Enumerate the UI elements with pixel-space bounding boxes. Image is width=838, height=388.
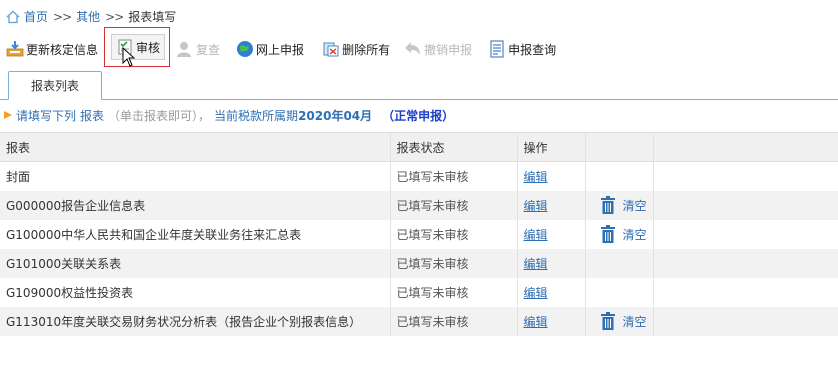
report-status: 已填写未审核: [390, 219, 518, 249]
clear-label: 清空: [622, 314, 647, 329]
notice-report-word: 报表: [80, 108, 105, 123]
undo-arrow-icon: [405, 42, 421, 55]
submit-query-button[interactable]: 申报查询: [484, 35, 560, 63]
delete-all-button[interactable]: 删除所有: [318, 35, 394, 63]
edit-link[interactable]: 编辑: [524, 315, 548, 329]
report-name[interactable]: G000000报告企业信息表: [0, 190, 391, 220]
delete-all-label: 删除所有: [342, 42, 391, 57]
report-table: 报表 报表状态 操作 封面 已填写未审核 编辑 G000000报告企业信息表 已…: [0, 132, 838, 336]
table-row[interactable]: G113010年度关联交易财务状况分析表（报告企业个别报表信息） 已填写未审核 …: [0, 306, 838, 336]
clear-cell-empty: [585, 277, 654, 307]
header-blank: [585, 132, 654, 162]
edit-link[interactable]: 编辑: [524, 286, 548, 300]
header-operation: 操作: [517, 132, 586, 162]
trash-icon: [600, 225, 615, 243]
arrow-bullet-icon: [4, 111, 12, 119]
table-row[interactable]: G100000中华人民共和国企业年度关联业务往来汇总表 已填写未审核 编辑 清空: [0, 219, 838, 249]
tab-report-list[interactable]: 报表列表: [8, 71, 102, 100]
table-header-row: 报表 报表状态 操作: [0, 132, 838, 162]
report-name[interactable]: G101000关联关系表: [0, 248, 391, 278]
trash-icon: [600, 312, 615, 330]
clear-label: 清空: [622, 198, 647, 213]
download-tray-icon: [6, 41, 24, 57]
breadcrumb-separator: >>: [105, 9, 124, 24]
table-row[interactable]: G109000权益性投资表 已填写未审核 编辑: [0, 277, 838, 307]
online-submit-button[interactable]: 网上申报: [232, 35, 308, 63]
clear-cell-empty: [585, 248, 654, 278]
report-status: 已填写未审核: [390, 161, 518, 191]
cancel-submit-label: 撤销申报: [424, 42, 473, 57]
update-verification-label: 更新核定信息: [26, 42, 99, 57]
person-search-icon: [177, 42, 192, 57]
trash-icon: [600, 196, 615, 214]
header-report: 报表: [0, 132, 391, 162]
report-name[interactable]: 封面: [0, 161, 391, 191]
clear-button[interactable]: 清空: [592, 196, 653, 214]
review-label: 审核: [136, 40, 161, 55]
report-status: 已填写未审核: [390, 306, 518, 336]
edit-link[interactable]: 编辑: [524, 228, 548, 242]
mouse-pointer-icon: [122, 47, 136, 67]
recheck-label: 复查: [196, 42, 221, 57]
breadcrumb-current: 报表填写: [128, 10, 177, 24]
globe-icon: [237, 41, 254, 57]
update-verification-button[interactable]: 更新核定信息: [2, 35, 102, 63]
notice-period: 2020年04月: [298, 108, 373, 123]
edit-link[interactable]: 编辑: [524, 170, 548, 184]
cancel-submit-button[interactable]: 撤销申报: [400, 35, 476, 63]
delete-docs-icon: [323, 42, 339, 57]
instruction-notice: 请填写下列 报表 （单击报表即可）， 当前税款所属期 2020年04月 （正常申…: [0, 104, 838, 126]
table-row[interactable]: 封面 已填写未审核 编辑: [0, 161, 838, 191]
header-status: 报表状态: [390, 132, 518, 162]
notice-fill-prefix: 请填写下列: [16, 108, 77, 123]
notice-hint: （单击报表即可），: [108, 108, 211, 123]
notice-filing-type: （正常申报）: [382, 108, 455, 123]
report-name[interactable]: G109000权益性投资表: [0, 277, 391, 307]
clear-label: 清空: [622, 227, 647, 242]
home-icon: [6, 10, 20, 23]
breadcrumb-other-link[interactable]: 其他: [76, 8, 100, 25]
notice-period-prefix: 当前税款所属期: [214, 108, 299, 123]
clear-button[interactable]: 清空: [592, 225, 653, 243]
edit-link[interactable]: 编辑: [524, 199, 548, 213]
online-submit-label: 网上申报: [256, 42, 305, 57]
edit-link[interactable]: 编辑: [524, 257, 548, 271]
table-row[interactable]: G000000报告企业信息表 已填写未审核 编辑 清空: [0, 190, 838, 220]
submit-query-label: 申报查询: [508, 42, 557, 57]
header-filler: [653, 132, 838, 162]
breadcrumb-home-link[interactable]: 首页: [24, 8, 48, 25]
breadcrumb-separator: >>: [53, 9, 72, 24]
clear-button[interactable]: 清空: [592, 312, 653, 330]
table-row[interactable]: G101000关联关系表 已填写未审核 编辑: [0, 248, 838, 278]
review-button[interactable]: 审核: [104, 27, 171, 67]
report-status: 已填写未审核: [390, 277, 518, 307]
clear-cell-empty: [585, 161, 654, 191]
report-name[interactable]: G100000中华人民共和国企业年度关联业务往来汇总表: [0, 219, 391, 249]
list-document-icon: [490, 40, 504, 58]
recheck-button[interactable]: 复查: [172, 35, 224, 63]
report-status: 已填写未审核: [390, 190, 518, 220]
tab-bar: 报表列表: [0, 69, 838, 100]
report-name[interactable]: G113010年度关联交易财务状况分析表（报告企业个别报表信息）: [0, 306, 391, 336]
report-status: 已填写未审核: [390, 248, 518, 278]
